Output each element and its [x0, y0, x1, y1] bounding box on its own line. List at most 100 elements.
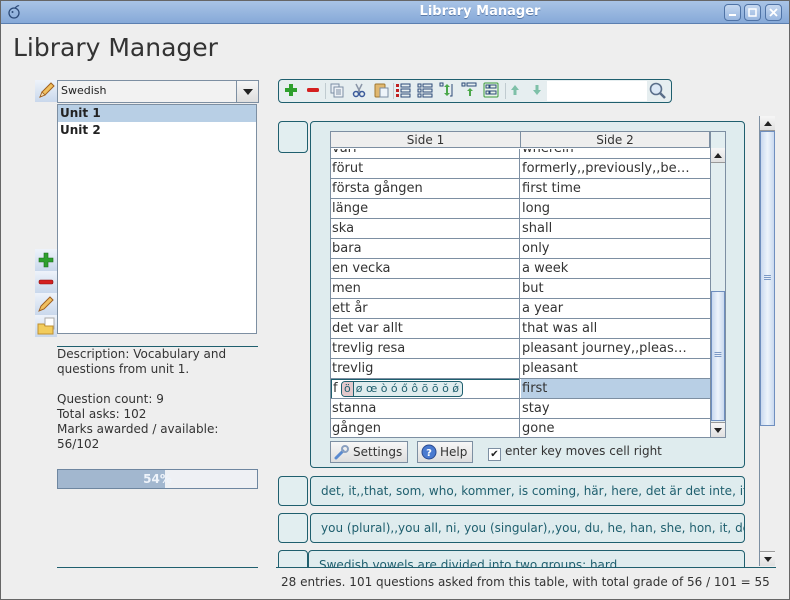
cell-side1[interactable]: länge: [331, 199, 520, 218]
cell-side2[interactable]: shall: [521, 219, 710, 238]
move-top-button[interactable]: [459, 82, 479, 100]
arrow-down-icon: [529, 85, 545, 102]
minimize-button[interactable]: [724, 4, 741, 21]
table-row[interactable]: trevlig pleasant: [331, 359, 710, 379]
settings-button[interactable]: Settings: [330, 441, 409, 463]
cell-side2[interactable]: pleasant: [521, 359, 710, 378]
scroll-down-button[interactable]: [711, 422, 725, 437]
cell-side2[interactable]: but: [521, 279, 710, 298]
resize-rows-button[interactable]: [437, 82, 457, 100]
library-select[interactable]: Swedish: [57, 80, 259, 103]
table-row[interactable]: en vecka a week: [331, 259, 710, 279]
title-bar[interactable]: Library Manager: [1, 1, 789, 24]
entry-card[interactable]: you (plural),,you all, ni, you (singular…: [310, 513, 745, 543]
edit-library-button[interactable]: [35, 80, 57, 102]
move-down-button[interactable]: [527, 82, 547, 100]
entry-card[interactable]: Swedish vowels are divided into two grou…: [308, 550, 745, 567]
paste-button[interactable]: [371, 82, 391, 100]
table-row[interactable]: bara only: [331, 239, 710, 259]
add-unit-button[interactable]: [35, 249, 57, 271]
list-bullets-button[interactable]: [393, 82, 413, 100]
table-view-button[interactable]: [481, 82, 501, 100]
cell-side1[interactable]: stanna: [331, 399, 520, 418]
scroll-up-button[interactable]: [711, 148, 725, 163]
cell-side2[interactable]: that was all: [521, 319, 710, 338]
cell-side2[interactable]: only: [521, 239, 710, 258]
table-row[interactable]: ett år a year: [331, 299, 710, 319]
copy-button[interactable]: [327, 82, 347, 100]
cell-side1[interactable]: trevlig resa: [331, 339, 520, 358]
table-row-editing[interactable]: f öø œ ò ó ő ô õ ō ŏ ǿ first: [331, 379, 710, 399]
column-header-side2[interactable]: Side 2: [521, 132, 710, 148]
accent-char-options[interactable]: ø œ ò ó ő ô õ ō ŏ ǿ: [356, 382, 459, 395]
unit-list-item[interactable]: Unit 1: [58, 105, 256, 122]
entry-handle[interactable]: [278, 476, 308, 506]
unit-list-item[interactable]: Unit 2: [58, 122, 256, 139]
search-button[interactable]: [648, 81, 668, 101]
cut-button[interactable]: [349, 82, 369, 100]
table-row[interactable]: trevlig resa pleasant journey,,pleas…: [331, 339, 710, 359]
cell-side1[interactable]: men: [331, 279, 520, 298]
accent-character-picker[interactable]: öø œ ò ó ő ô õ ō ŏ ǿ: [341, 381, 464, 397]
entry-handle[interactable]: [278, 550, 308, 567]
cell-side2[interactable]: first: [521, 379, 710, 398]
cell-side2[interactable]: a year: [521, 299, 710, 318]
column-header-side1[interactable]: Side 1: [331, 132, 521, 148]
edit-unit-button[interactable]: [35, 293, 57, 315]
cell-side1[interactable]: bara: [331, 239, 520, 258]
cell-editor-input[interactable]: f öø œ ò ó ő ô õ ō ŏ ǿ: [331, 379, 519, 398]
cell-side1[interactable]: det var allt: [331, 319, 520, 338]
accent-char-highlighted[interactable]: ö: [342, 382, 354, 396]
close-button[interactable]: [765, 4, 782, 21]
cell-side1[interactable]: gången: [331, 419, 520, 437]
remove-unit-button[interactable]: [35, 271, 57, 293]
chevron-down-icon[interactable]: [236, 81, 258, 102]
table-row[interactable]: stanna stay: [331, 399, 710, 419]
cell-side1[interactable]: ska: [331, 219, 520, 238]
table-row[interactable]: länge long: [331, 199, 710, 219]
entries-scrollbar[interactable]: [759, 116, 775, 566]
enter-moves-right-checkbox[interactable]: ✔: [488, 448, 501, 461]
cell-side2[interactable]: long: [521, 199, 710, 218]
cell-side1[interactable]: en vecka: [331, 259, 520, 278]
table-row[interactable]: variwherein: [331, 149, 710, 159]
entry-card[interactable]: det, it,,that, som, who, kommer, is comi…: [310, 476, 745, 506]
cell-side1[interactable]: vari: [331, 149, 520, 158]
open-unit-button[interactable]: [35, 315, 57, 337]
search-input[interactable]: [547, 81, 647, 101]
table-row[interactable]: gången gone: [331, 419, 710, 437]
cell-side2[interactable]: first time: [521, 179, 710, 198]
cell-side1[interactable]: trevlig: [331, 359, 520, 378]
cell-side1[interactable]: första gången: [331, 179, 520, 198]
cell-side2[interactable]: gone: [521, 419, 710, 437]
enter-moves-right-option[interactable]: ✔ enter key moves cell right: [488, 444, 662, 461]
scroll-down-button[interactable]: [760, 551, 775, 566]
scroll-up-button[interactable]: [760, 116, 775, 131]
table-row[interactable]: men but: [331, 279, 710, 299]
table-row[interactable]: första gången first time: [331, 179, 710, 199]
cell-side1[interactable]: förut: [331, 159, 520, 178]
entries-scroll-thumb[interactable]: [760, 131, 775, 426]
remove-entry-button[interactable]: [303, 82, 323, 100]
table-row[interactable]: det var allt that was all: [331, 319, 710, 339]
cell-side1-editing[interactable]: f öø œ ò ó ő ô õ ō ŏ ǿ: [331, 379, 520, 398]
table-row[interactable]: ska shall: [331, 219, 710, 239]
cell-side1[interactable]: ett år: [331, 299, 520, 318]
cell-side2[interactable]: wherein: [521, 149, 710, 158]
help-button[interactable]: ? Help: [417, 441, 474, 463]
table-row[interactable]: förut formerly,,previously,,be…: [331, 159, 710, 179]
maximize-button[interactable]: [744, 4, 761, 21]
table-scrollbar[interactable]: [710, 132, 725, 437]
entry-handle[interactable]: [278, 121, 308, 153]
move-up-button[interactable]: [505, 82, 525, 100]
entry-handle[interactable]: [278, 513, 308, 543]
unit-list[interactable]: Unit 1 Unit 2: [57, 104, 257, 334]
cell-side2[interactable]: pleasant journey,,pleas…: [521, 339, 710, 358]
cell-side2[interactable]: stay: [521, 399, 710, 418]
add-entry-button[interactable]: [281, 82, 301, 100]
cell-side2[interactable]: a week: [521, 259, 710, 278]
list-button[interactable]: [415, 82, 435, 100]
maximize-icon: [745, 8, 760, 23]
table-scroll-thumb[interactable]: [711, 291, 725, 421]
cell-side2[interactable]: formerly,,previously,,be…: [521, 159, 710, 178]
